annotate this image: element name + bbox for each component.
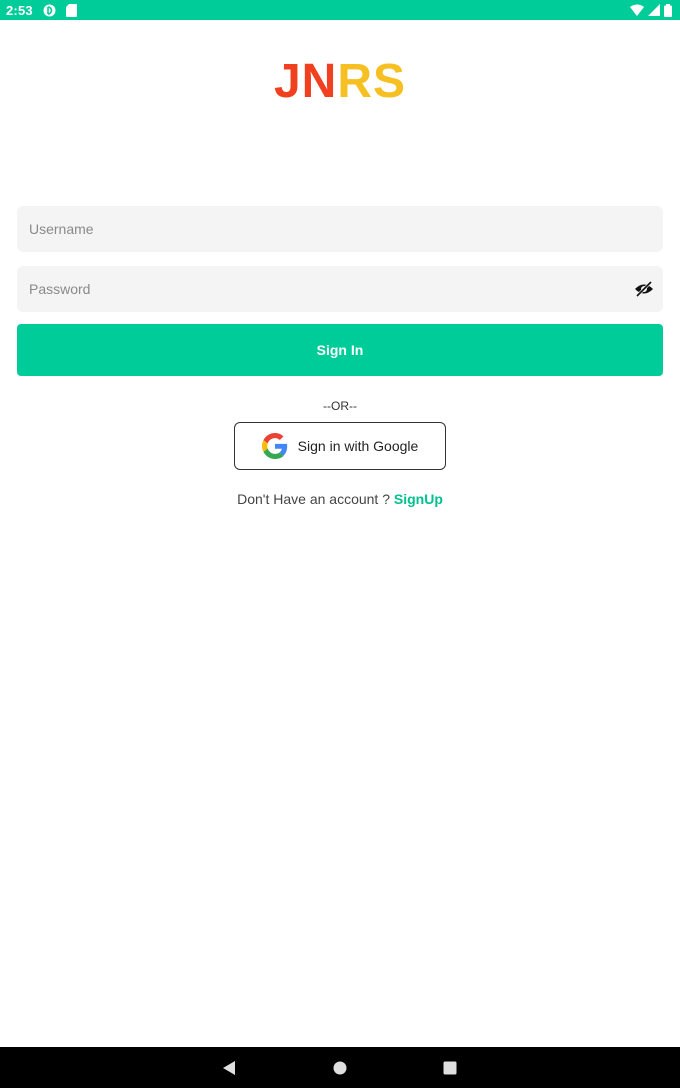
sign-in-button[interactable]: Sign In [17, 324, 663, 376]
wifi-icon [630, 4, 644, 16]
logo-part-jn: JN [273, 55, 338, 108]
logo-part-rs: RS [337, 55, 407, 108]
signup-prompt: Don't Have an account ? [237, 491, 394, 507]
google-sign-in-button[interactable]: Sign in with Google [234, 422, 446, 470]
cast-icon [43, 4, 56, 17]
recents-icon[interactable] [440, 1058, 460, 1078]
username-field-container[interactable] [17, 206, 663, 252]
signup-link[interactable]: SignUp [394, 491, 443, 507]
status-bar: 2:53 [0, 0, 680, 20]
battery-icon [664, 3, 672, 17]
username-input[interactable] [29, 221, 651, 237]
home-icon[interactable] [330, 1058, 350, 1078]
google-sign-in-label: Sign in with Google [297, 438, 419, 454]
status-time: 2:53 [6, 2, 33, 18]
password-field-container[interactable] [17, 266, 663, 312]
sd-card-icon [65, 3, 77, 17]
back-icon[interactable] [220, 1058, 240, 1078]
login-screen: 2:53 JNRS Username Sign In --OR-- Sign i… [0, 0, 680, 1088]
google-icon [261, 433, 288, 459]
or-divider: --OR-- [323, 399, 357, 413]
eye-off-icon[interactable] [633, 278, 655, 300]
password-input[interactable] [29, 281, 633, 297]
app-logo: JNRS [0, 56, 680, 108]
navigation-bar [0, 1047, 680, 1088]
signal-icon [648, 4, 660, 16]
signup-row: Don't Have an account ? SignUp [0, 491, 680, 507]
